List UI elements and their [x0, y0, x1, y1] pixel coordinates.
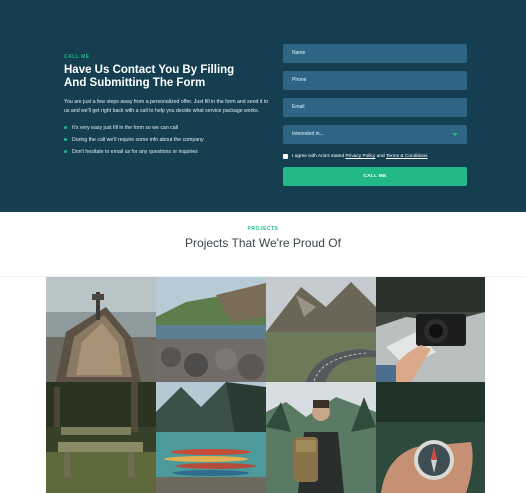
- bullet-dot-icon: [64, 126, 67, 129]
- projects-kicker: PROJECTS: [247, 226, 279, 232]
- intro-paragraph: You are just a few steps away from a per…: [64, 99, 269, 114]
- name-field[interactable]: Name: [283, 44, 467, 63]
- bullet-dot-icon: [64, 150, 67, 153]
- call-me-button[interactable]: CALL ME: [283, 167, 467, 186]
- benefits-list: It's very easy just fill in the form so …: [64, 122, 270, 158]
- privacy-policy-link[interactable]: Privacy Policy: [345, 154, 375, 159]
- project-image-canoes[interactable]: [156, 382, 266, 493]
- interest-select-value: Interested in...: [292, 131, 324, 137]
- project-image-rocky-coast[interactable]: [156, 277, 266, 382]
- list-item: Don't hesitate to email us for any quest…: [64, 146, 270, 158]
- call-me-text: CALL ME Have Us Contact You By Filling A…: [64, 54, 270, 158]
- bullet-dot-icon: [64, 138, 67, 141]
- section-heading: Have Us Contact You By Filling And Submi…: [64, 64, 270, 90]
- email-field[interactable]: Email: [283, 98, 467, 117]
- project-image-boat[interactable]: [46, 277, 156, 382]
- agree-and-text: and: [375, 154, 386, 159]
- project-image-hiker[interactable]: [266, 382, 376, 493]
- call-me-form: Name Phone Email Interested in... I agre…: [283, 44, 467, 186]
- terms-checkbox[interactable]: [283, 154, 288, 159]
- projects-title: Projects That We're Proud Of: [185, 236, 341, 250]
- project-image-mountain-road[interactable]: [266, 277, 376, 382]
- terms-conditions-link[interactable]: Terms & Conditions: [386, 154, 428, 159]
- chevron-down-icon: [452, 133, 458, 136]
- interest-select[interactable]: Interested in...: [283, 125, 467, 144]
- terms-agreement: I agree with Aria's stated Privacy Polic…: [283, 152, 467, 161]
- project-image-camera[interactable]: [376, 277, 485, 382]
- list-item: It's very easy just fill in the form so …: [64, 122, 270, 134]
- project-image-bench[interactable]: [46, 382, 156, 493]
- projects-gallery: [46, 277, 485, 493]
- heading-line-2: And Submitting The Form: [64, 77, 206, 89]
- list-item: During the call we'll require some info …: [64, 134, 270, 146]
- heading-line-1: Have Us Contact You By Filling: [64, 64, 235, 76]
- call-me-section: CALL ME Have Us Contact You By Filling A…: [0, 0, 526, 212]
- section-kicker: CALL ME: [64, 54, 90, 60]
- project-image-compass[interactable]: [376, 382, 485, 493]
- phone-field[interactable]: Phone: [283, 71, 467, 90]
- agree-text: I agree with Aria's stated: [292, 154, 346, 159]
